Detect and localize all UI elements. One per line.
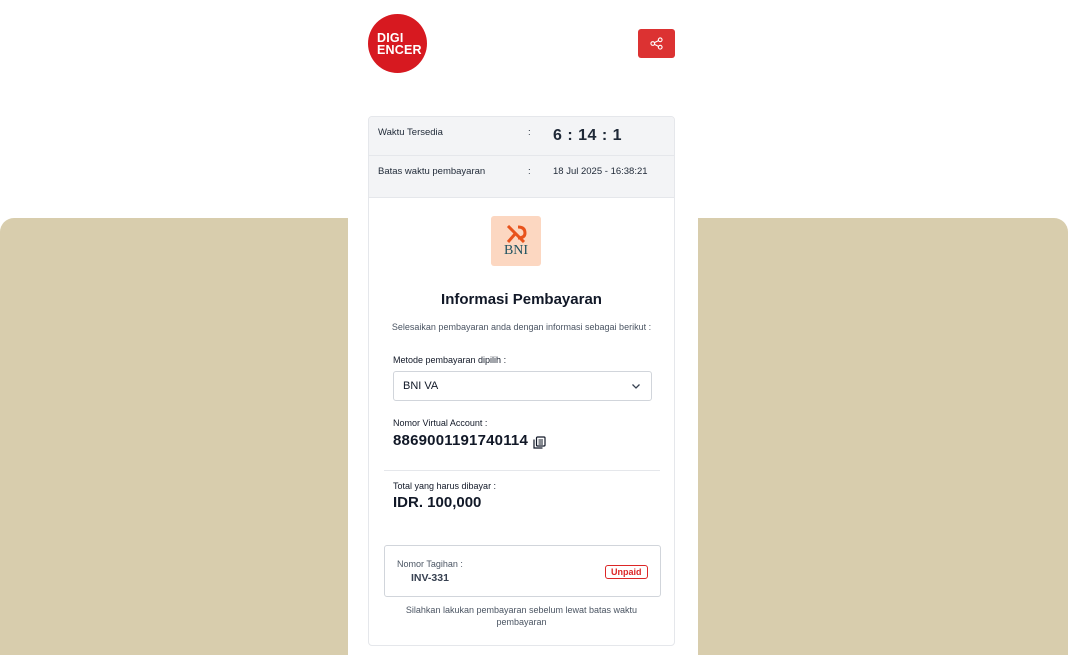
method-label: Metode pembayaran dipilih : bbox=[393, 355, 507, 365]
payment-subtitle: Selesaikan pembayaran anda dengan inform… bbox=[391, 322, 652, 332]
available-time-label: Waktu Tersedia bbox=[378, 127, 443, 138]
timer-section: Waktu Tersedia : 6 : 14 : 1 Batas waktu … bbox=[369, 117, 674, 198]
total-amount: IDR. 100,000 bbox=[393, 494, 482, 511]
bni-emblem-icon bbox=[506, 225, 527, 243]
available-time-separator: : bbox=[528, 127, 531, 138]
invoice-label: Nomor Tagihan : bbox=[397, 559, 463, 569]
status-badge: Unpaid bbox=[605, 565, 648, 579]
deadline-row: Batas waktu pembayaran : 18 Jul 2025 - 1… bbox=[369, 155, 674, 197]
share-button[interactable] bbox=[638, 29, 675, 58]
bank-logo-text: BNI bbox=[503, 243, 529, 258]
bank-logo: BNI bbox=[491, 216, 541, 266]
chevron-down-icon bbox=[632, 384, 640, 389]
va-label: Nomor Virtual Account : bbox=[393, 418, 488, 428]
share-icon bbox=[650, 37, 663, 50]
payment-card: Waktu Tersedia : 6 : 14 : 1 Batas waktu … bbox=[368, 116, 675, 646]
deadline-value: 18 Jul 2025 - 16:38:21 bbox=[553, 166, 648, 177]
logo-line-2: ENCER bbox=[377, 42, 422, 57]
brand-logo[interactable]: DIGI ENCER bbox=[368, 14, 427, 73]
total-label: Total yang harus dibayar : bbox=[393, 481, 497, 491]
deadline-separator: : bbox=[528, 166, 531, 177]
payment-note: Silahkan lakukan pembayaran sebelum lewa… bbox=[405, 605, 638, 627]
va-number: 8869001191740114 bbox=[393, 432, 529, 449]
deadline-label: Batas waktu pembayaran bbox=[378, 166, 486, 177]
logo-line-1: DIGI bbox=[377, 30, 404, 45]
invoice-box: Nomor Tagihan : INV-331 Unpaid bbox=[384, 545, 661, 597]
divider bbox=[384, 470, 660, 471]
copy-icon[interactable] bbox=[533, 436, 546, 449]
countdown-value: 6 : 14 : 1 bbox=[553, 127, 623, 144]
payment-method-select[interactable]: BNI VA bbox=[393, 371, 652, 401]
payment-title: Informasi Pembayaran bbox=[441, 291, 602, 308]
payment-method-value: BNI VA bbox=[403, 380, 439, 392]
available-time-row: Waktu Tersedia : 6 : 14 : 1 bbox=[369, 117, 674, 155]
invoice-number: INV-331 bbox=[411, 572, 449, 584]
page: DIGI ENCER Waktu Tersedia : 6 : 14 : 1 B… bbox=[0, 0, 1068, 655]
